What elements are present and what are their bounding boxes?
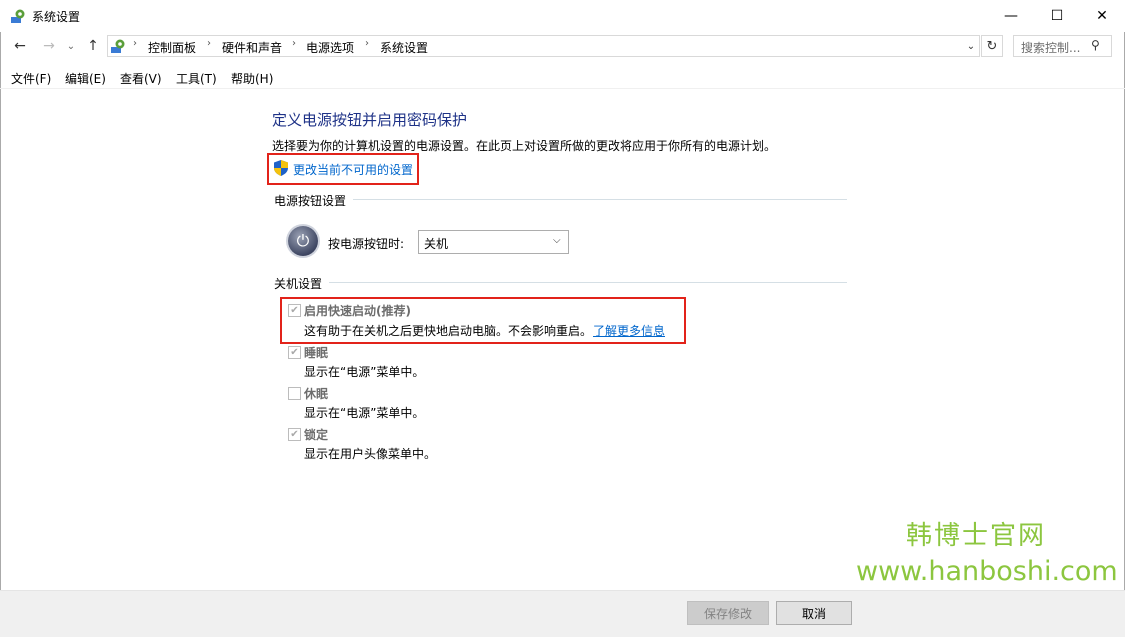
power-button-action-value: 关机 xyxy=(424,237,449,251)
section-divider xyxy=(329,282,847,283)
power-button-section-heading: 电源按钮设置 xyxy=(274,194,347,208)
minimize-button[interactable]: — xyxy=(988,0,1034,32)
section-divider xyxy=(353,199,847,200)
fast-startup-description: 这有助于在关机之后更快地启动电脑。不会影响重启。 xyxy=(304,324,593,338)
menu-bar xyxy=(0,66,1125,88)
window-title: 系统设置 xyxy=(32,10,81,24)
chevron-down-icon: ⌵ xyxy=(553,235,561,246)
power-icon: ⏻ xyxy=(296,231,310,250)
title-bar xyxy=(0,0,1125,32)
change-unavailable-settings-link[interactable]: 更改当前不可用的设置 xyxy=(293,161,413,178)
breadcrumb-control-panel[interactable]: 控制面板 xyxy=(148,39,196,56)
lock-description: 显示在用户头像菜单中。 xyxy=(304,447,437,461)
menu-view[interactable]: 查看(V) xyxy=(120,70,162,87)
breadcrumb-separator: › xyxy=(365,38,369,49)
control-panel-icon xyxy=(111,39,125,53)
lock-checkbox[interactable]: ✔ xyxy=(288,428,301,441)
hibernate-checkbox[interactable] xyxy=(288,387,301,400)
back-button[interactable]: ← xyxy=(11,36,29,56)
address-dropdown-button[interactable]: ⌄ xyxy=(962,36,980,56)
forward-button[interactable]: → xyxy=(40,36,58,56)
learn-more-link[interactable]: 了解更多信息 xyxy=(593,322,665,339)
maximize-button[interactable]: ☐ xyxy=(1034,0,1080,32)
breadcrumb-separator: › xyxy=(207,38,211,49)
control-panel-icon xyxy=(11,9,25,23)
power-button-label: 按电源按钮时: xyxy=(328,237,405,251)
close-button[interactable]: ✕ xyxy=(1079,0,1125,32)
uac-shield-icon xyxy=(274,160,288,176)
page-title: 定义电源按钮并启用密码保护 xyxy=(272,111,468,129)
menu-help[interactable]: 帮助(H) xyxy=(231,70,273,87)
shutdown-section-heading: 关机设置 xyxy=(274,277,323,291)
breadcrumb-separator: › xyxy=(292,38,296,49)
search-placeholder: 搜索控制... xyxy=(1021,41,1081,55)
page-description: 选择要为你的计算机设置的电源设置。在此页上对设置所做的更改将应用于你所有的电源计… xyxy=(272,139,777,153)
up-button[interactable]: ↑ xyxy=(84,36,102,56)
fast-startup-checkbox[interactable]: ✔ xyxy=(288,304,301,317)
menu-file[interactable]: 文件(F) xyxy=(11,70,51,87)
fast-startup-label: 启用快速启动(推荐) xyxy=(304,304,411,318)
refresh-button[interactable]: ↻ xyxy=(981,35,1003,57)
breadcrumb-system-settings[interactable]: 系统设置 xyxy=(380,39,428,56)
menu-tools[interactable]: 工具(T) xyxy=(176,70,217,87)
menu-divider xyxy=(0,88,1125,89)
sleep-label: 睡眠 xyxy=(304,346,329,360)
menu-edit[interactable]: 编辑(E) xyxy=(65,70,106,87)
cancel-button[interactable]: 取消 xyxy=(776,601,852,625)
breadcrumb-hardware-sound[interactable]: 硬件和声音 xyxy=(222,39,282,56)
sleep-description: 显示在“电源”菜单中。 xyxy=(304,365,425,379)
watermark-name: 韩博士官网 xyxy=(906,521,1047,551)
recent-locations-button[interactable]: ⌄ xyxy=(64,36,78,56)
breadcrumb-separator: › xyxy=(133,38,137,49)
watermark-url: www.hanboshi.com xyxy=(856,556,1118,587)
lock-label: 锁定 xyxy=(304,428,329,442)
search-icon[interactable]: ⚲ xyxy=(1091,38,1100,52)
breadcrumb-power-options[interactable]: 电源选项 xyxy=(306,39,354,56)
hibernate-description: 显示在“电源”菜单中。 xyxy=(304,406,425,420)
hibernate-label: 休眠 xyxy=(304,387,329,401)
footer-bar xyxy=(0,591,1125,637)
save-changes-button[interactable]: 保存修改 xyxy=(687,601,769,625)
sleep-checkbox[interactable]: ✔ xyxy=(288,346,301,359)
